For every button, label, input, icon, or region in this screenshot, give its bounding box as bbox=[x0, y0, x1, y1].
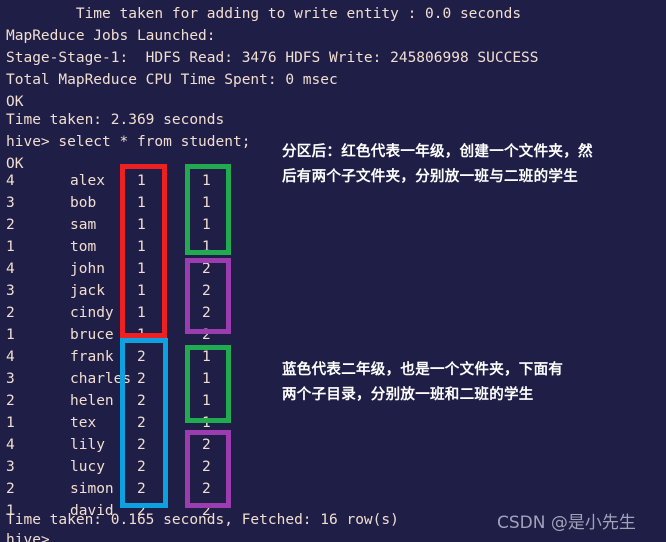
terminal-line: OK bbox=[6, 94, 24, 110]
terminal-window[interactable]: Time taken for adding to write entity : … bbox=[0, 0, 666, 542]
terminal-line: Stage-Stage-1: HDFS Read: 3476 HDFS Writ… bbox=[6, 50, 539, 66]
terminal-line: hive> bbox=[6, 532, 50, 542]
terminal-line: Time taken for adding to write entity : … bbox=[6, 6, 522, 22]
annotation-grade-one: 分区后：红色代表一年级，创建一个文件夹，然 后有两个子文件夹，分别放一班与二班的… bbox=[282, 144, 593, 185]
terminal-line: Time taken: 2.369 seconds bbox=[6, 112, 225, 128]
annotation-grade-two: 蓝色代表二年级，也是一个文件夹，下面有 两个子目录，分别放一班和二班的学生 bbox=[282, 362, 564, 403]
terminal-line: Time taken: 0.165 seconds, Fetched: 16 r… bbox=[6, 512, 399, 528]
terminal-line: MapReduce Jobs Launched: bbox=[6, 28, 216, 44]
terminal-line: hive> select * from student; bbox=[6, 134, 251, 150]
terminal-line: Total MapReduce CPU Time Spent: 0 msec bbox=[6, 72, 338, 88]
csdn-watermark: CSDN @是小先生 bbox=[497, 513, 636, 533]
